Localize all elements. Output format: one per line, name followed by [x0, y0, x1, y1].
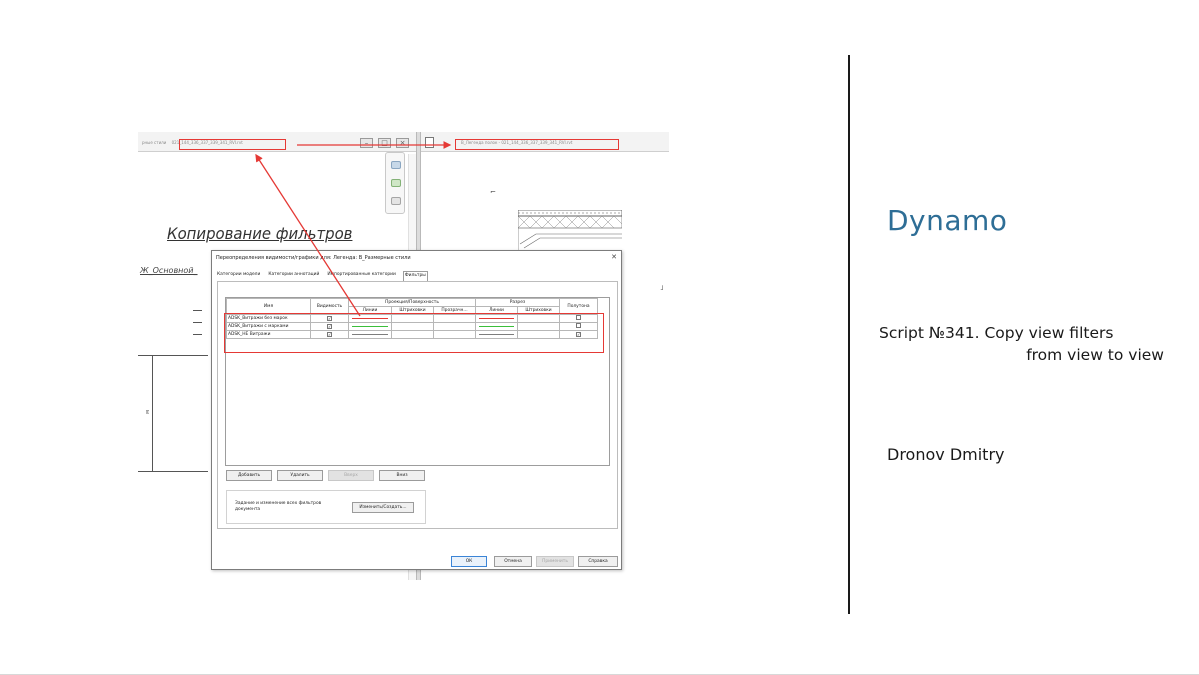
move-down-button[interactable]: Вниз	[379, 470, 425, 481]
document-icon	[425, 137, 434, 148]
script-title: Script №341. Copy view filters	[879, 324, 1114, 342]
help-button[interactable]: Справка	[578, 556, 618, 567]
drawing-subheading: Ж_Основной_	[140, 266, 198, 275]
edit-create-button[interactable]: Изменить/Создать...	[352, 502, 414, 513]
script-subtitle: from view to view	[1026, 346, 1164, 364]
cancel-button[interactable]: Отмена	[494, 556, 532, 567]
navigation-bar[interactable]	[385, 152, 405, 214]
dimension-tick	[138, 355, 208, 356]
document-filters-group: Задание и изменение всех фильтров докуме…	[226, 490, 426, 524]
highlight-target-view	[455, 139, 619, 150]
author-name: Dronov Dmitry	[887, 445, 1005, 464]
zoom-icon[interactable]	[391, 179, 401, 187]
minimize-icon[interactable]: –	[360, 138, 373, 148]
close-icon[interactable]: ✕	[611, 253, 617, 261]
leader-dash	[193, 322, 202, 323]
tab-model-categories[interactable]: Категории модели	[216, 271, 261, 281]
dialog-title: Переопределения видимости/графики для: Л…	[216, 255, 411, 261]
document-filters-text: Задание и изменение всех фильтров докуме…	[235, 501, 322, 512]
tab-annotation-categories[interactable]: Категории аннотаций	[267, 271, 320, 281]
corner-mark: ⌐	[490, 188, 496, 196]
add-button[interactable]: Добавить	[226, 470, 272, 481]
leader-dash	[193, 310, 202, 311]
leader-dash	[193, 334, 202, 335]
remove-button[interactable]: Удалить	[277, 470, 323, 481]
column-header-cut: Разрез	[475, 298, 560, 307]
wall-section-drawing	[518, 210, 622, 250]
corner-mark: ˩	[660, 284, 664, 292]
move-up-button[interactable]: Вверх	[328, 470, 374, 481]
maximize-icon[interactable]: □	[378, 138, 391, 148]
highlight-source-view	[179, 139, 286, 150]
dimension-label: м	[144, 410, 151, 414]
column-header-projection: Проекция/Поверхность	[348, 298, 476, 307]
apply-button[interactable]: Применить	[536, 556, 574, 567]
close-icon[interactable]: ×	[396, 138, 409, 148]
dimension-line	[152, 355, 153, 471]
visibility-graphics-dialog: Переопределения видимости/графики для: Л…	[211, 250, 622, 570]
steering-wheel-icon[interactable]	[391, 161, 401, 169]
highlight-filters-rows	[224, 313, 604, 353]
dialog-tabs: Категории модели Категории аннотаций Имп…	[216, 271, 428, 281]
dimension-tick	[138, 471, 208, 472]
tab-filters[interactable]: Фильтры	[402, 271, 428, 281]
vertical-divider	[848, 55, 850, 614]
tab-imported-categories[interactable]: Импортированные категории	[326, 271, 397, 281]
drawing-heading: Копирование фильтров	[167, 224, 353, 243]
product-title: Dynamo	[887, 204, 1008, 237]
pan-icon[interactable]	[391, 197, 401, 205]
script-description: Script №341. Copy view filters from view…	[879, 322, 1164, 366]
ok-button[interactable]: ОК	[451, 556, 487, 567]
